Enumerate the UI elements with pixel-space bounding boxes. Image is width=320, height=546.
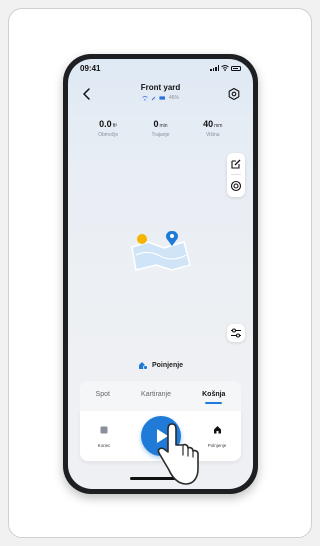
tab-mowing[interactable]: Košnja (202, 391, 225, 404)
header: Front yard 46% (68, 81, 253, 109)
dock-label: Polnjenje (207, 443, 227, 448)
stat-duration-unit: min (159, 123, 168, 129)
settings-button[interactable] (227, 87, 241, 101)
battery-status-icon (159, 96, 165, 100)
device-status: 46% (68, 95, 253, 101)
stat-duration-label: Trajanje (151, 132, 170, 138)
mode-tabs: Spot Kartiranje Košnja (80, 381, 241, 411)
edit-icon[interactable] (229, 157, 243, 171)
sliders-icon (231, 328, 241, 338)
dock-button[interactable]: Polnjenje (199, 421, 235, 448)
stat-area-value: 0.0 (99, 119, 112, 129)
stat-duration-value: 0 (153, 119, 159, 129)
adjust-settings-button[interactable] (227, 324, 245, 342)
stat-duration: 0min Trajanje (138, 119, 182, 149)
stat-height-value: 40 (203, 119, 214, 129)
stop-icon (100, 426, 108, 434)
target-icon[interactable] (229, 179, 243, 193)
status-time: 09:41 (80, 64, 101, 73)
stop-label: Konec (97, 443, 111, 448)
battery-percent: 46% (168, 95, 179, 101)
tool-divider (231, 174, 241, 175)
home-icon (213, 426, 221, 434)
zone-label: Poinjenje (151, 361, 184, 369)
tab-mapping[interactable]: Kartiranje (141, 391, 171, 402)
signal-icon (210, 65, 219, 71)
map-tools (227, 153, 245, 197)
stat-height-label: Višina (206, 132, 220, 138)
link-icon (151, 96, 156, 100)
battery-icon (231, 65, 241, 71)
wifi-icon (221, 65, 229, 71)
system-icons (210, 65, 241, 71)
stop-button[interactable]: Konec (86, 421, 122, 448)
stat-area: 0.0ft² Območje (86, 119, 130, 149)
mower-icon (138, 361, 148, 370)
stat-area-unit: ft² (112, 123, 118, 129)
wifi-status-icon (142, 95, 148, 100)
stat-height: 40mm Višina (191, 119, 235, 149)
zone-indicator[interactable]: Poinjenje (68, 357, 253, 373)
device-title: Front yard (140, 83, 181, 92)
tab-spot[interactable]: Spot (96, 391, 110, 402)
pointing-hand-icon (157, 423, 199, 485)
stat-area-label: Območje (98, 132, 119, 138)
stats-row: 0.0ft² Območje 0min Trajanje 40mm Višina (68, 119, 253, 149)
empty-map-illustration (131, 231, 191, 271)
status-bar: 09:41 (68, 59, 253, 77)
stat-height-unit: mm (214, 123, 223, 129)
